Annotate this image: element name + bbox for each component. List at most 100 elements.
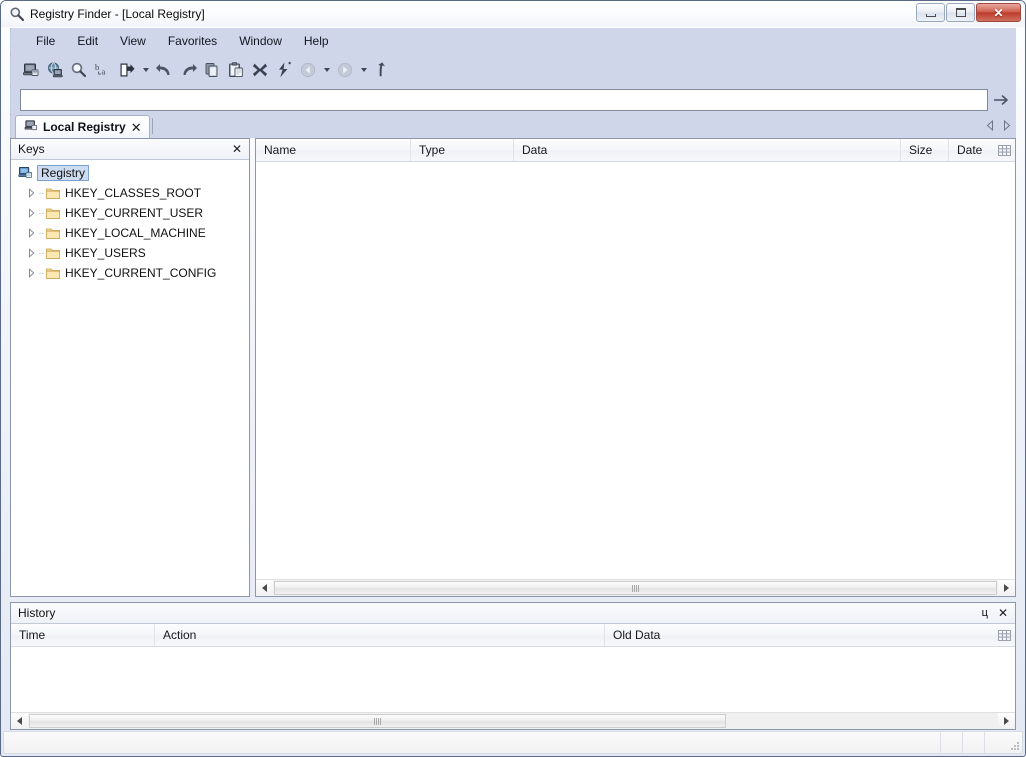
expand-arrow-icon[interactable] xyxy=(25,223,38,243)
toolbar-local-registry-button[interactable] xyxy=(19,58,43,82)
resize-grip-icon[interactable] xyxy=(1006,732,1022,753)
tree-connector: ·· xyxy=(38,263,45,283)
close-button[interactable]: ✕ xyxy=(976,3,1021,22)
folder-icon xyxy=(45,206,61,220)
scroll-thumb[interactable] xyxy=(29,714,726,728)
address-go-button[interactable] xyxy=(988,89,1014,111)
tree-item-hkey-users[interactable]: ·· HKEY_USERS xyxy=(11,243,249,263)
column-chooser-icon[interactable] xyxy=(998,145,1011,156)
history-panel-close-icon[interactable]: ✕ xyxy=(996,607,1010,619)
folder-icon xyxy=(45,226,61,240)
scroll-track[interactable] xyxy=(28,713,998,729)
keys-panel: Keys ✕ Reg xyxy=(10,138,250,597)
toolbar-forward-button[interactable] xyxy=(333,58,357,82)
prev-tab-arrow[interactable] xyxy=(986,120,995,134)
toolbar-export-dropdown[interactable] xyxy=(139,58,152,82)
menu-item-edit[interactable]: Edit xyxy=(66,31,109,51)
toolbar-forward-dropdown[interactable] xyxy=(357,58,370,82)
values-list-header: Name Type Data Size Date xyxy=(256,139,1015,162)
chevron-down-icon xyxy=(361,68,367,72)
tree-item-label: HKEY_CLASSES_ROOT xyxy=(65,186,201,200)
column-header-type[interactable]: Type xyxy=(411,139,514,161)
pin-icon[interactable]: ц xyxy=(982,608,988,619)
status-bar xyxy=(3,731,1023,754)
status-text xyxy=(4,732,940,753)
scroll-left-button[interactable] xyxy=(11,713,28,729)
tree-connector: ·· xyxy=(38,223,45,243)
maximize-button[interactable] xyxy=(946,3,975,22)
tree-item-label: HKEY_CURRENT_CONFIG xyxy=(65,266,216,280)
toolbar-undo-button[interactable] xyxy=(152,58,176,82)
column-header-time[interactable]: Time xyxy=(11,624,155,646)
title-bar: Registry Finder - [Local Registry] ✕ xyxy=(1,1,1025,27)
column-header-data[interactable]: Data xyxy=(514,139,901,161)
svg-text:b: b xyxy=(95,62,99,72)
toolbar-refresh-button[interactable] xyxy=(272,58,296,82)
keys-panel-close-icon[interactable]: ✕ xyxy=(230,143,244,155)
menu-item-file[interactable]: File xyxy=(25,31,66,51)
toolbar-paste-button[interactable] xyxy=(224,58,248,82)
menu-item-view[interactable]: View xyxy=(109,31,157,51)
menu-item-help[interactable]: Help xyxy=(293,31,340,51)
expand-arrow-icon[interactable] xyxy=(25,203,38,223)
toolbar-back-button[interactable] xyxy=(296,58,320,82)
column-header-old-data[interactable]: Old Data xyxy=(605,624,1015,646)
toolbar-delete-button[interactable] xyxy=(248,58,272,82)
values-list-body[interactable] xyxy=(256,162,1015,579)
computer-icon xyxy=(24,119,38,135)
column-header-name[interactable]: Name xyxy=(256,139,411,161)
toolbar-remote-registry-button[interactable] xyxy=(43,58,67,82)
folder-icon xyxy=(45,186,61,200)
tab-close-icon[interactable]: ✕ xyxy=(131,121,142,134)
toolbar-copy-button[interactable] xyxy=(200,58,224,82)
column-chooser-icon[interactable] xyxy=(998,630,1011,641)
expand-arrow-icon[interactable] xyxy=(25,183,38,203)
values-list-panel: Name Type Data Size Date xyxy=(255,138,1016,597)
tree-item-hkey-local-machine[interactable]: ·· HKEY_LOCAL_MACHINE xyxy=(11,223,249,243)
tree-item-hkey-classes-root[interactable]: ·· HKEY_CLASSES_ROOT xyxy=(11,183,249,203)
history-horizontal-scrollbar[interactable] xyxy=(11,712,1015,729)
refresh-icon xyxy=(275,61,293,79)
expand-arrow-icon[interactable] xyxy=(25,263,38,283)
menu-item-favorites[interactable]: Favorites xyxy=(157,31,228,51)
scroll-track[interactable] xyxy=(273,580,998,596)
scroll-right-button[interactable] xyxy=(998,713,1015,729)
tab-strip: Local Registry ✕ xyxy=(10,114,1016,138)
up-icon xyxy=(373,61,391,79)
values-horizontal-scrollbar[interactable] xyxy=(256,579,1015,596)
tree-item-label: HKEY_USERS xyxy=(65,246,146,260)
minimize-icon xyxy=(926,14,936,17)
address-input[interactable] xyxy=(20,89,988,111)
arrow-right-icon xyxy=(1004,717,1009,725)
computer-icon xyxy=(22,61,40,79)
scroll-right-button[interactable] xyxy=(998,580,1015,596)
tab-local-registry[interactable]: Local Registry ✕ xyxy=(15,115,150,138)
history-panel-title: History xyxy=(18,606,974,620)
toolbar-replace-button[interactable]: b a xyxy=(91,58,115,82)
next-tab-arrow[interactable] xyxy=(1002,120,1011,134)
toolbar-export-button[interactable] xyxy=(115,58,139,82)
tree-item-registry[interactable]: Registry xyxy=(11,163,249,183)
address-bar xyxy=(10,86,1016,114)
scroll-thumb[interactable] xyxy=(274,581,997,595)
column-header-date[interactable]: Date xyxy=(949,139,1015,161)
toolbar-up-button[interactable] xyxy=(370,58,394,82)
menu-item-window[interactable]: Window xyxy=(228,31,293,51)
scroll-left-button[interactable] xyxy=(256,580,273,596)
undo-icon xyxy=(155,61,174,79)
keys-panel-title: Keys xyxy=(18,142,230,156)
toolbar-back-dropdown[interactable] xyxy=(320,58,333,82)
tree-item-hkey-current-config[interactable]: ·· HKEY_CURRENT_CONFIG xyxy=(11,263,249,283)
delete-icon xyxy=(251,61,269,79)
column-header-action[interactable]: Action xyxy=(155,624,605,646)
registry-tree[interactable]: Registry ·· xyxy=(11,160,249,596)
tree-item-hkey-current-user[interactable]: ·· HKEY_CURRENT_USER xyxy=(11,203,249,223)
minimize-button[interactable] xyxy=(916,3,945,22)
history-list-header: Time Action Old Data xyxy=(11,624,1015,647)
expand-arrow-icon[interactable] xyxy=(25,243,38,263)
history-list-body[interactable] xyxy=(11,647,1015,712)
registry-finder-window: Registry Finder - [Local Registry] ✕ Fil… xyxy=(0,0,1026,757)
toolbar-redo-button[interactable] xyxy=(176,58,200,82)
column-header-size[interactable]: Size xyxy=(901,139,949,161)
toolbar-find-button[interactable] xyxy=(67,58,91,82)
